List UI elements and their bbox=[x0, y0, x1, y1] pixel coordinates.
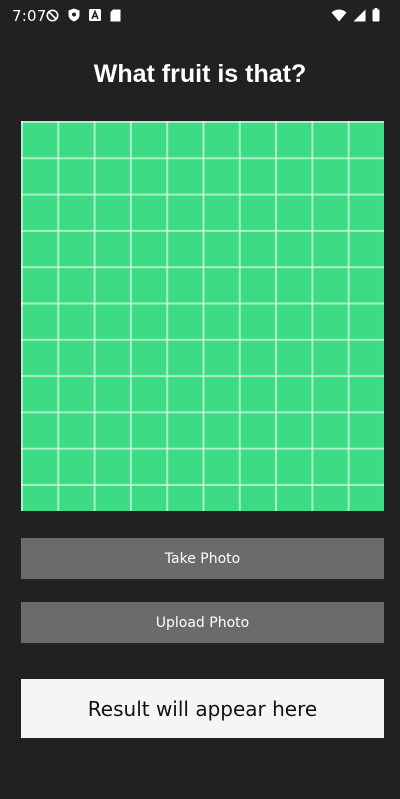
status-bar: 7:07 bbox=[0, 0, 400, 30]
signal-icon bbox=[353, 9, 366, 22]
wifi-icon bbox=[331, 9, 347, 22]
upload-photo-button[interactable]: Upload Photo bbox=[21, 602, 384, 643]
status-time: 7:07 bbox=[12, 7, 47, 25]
battery-icon bbox=[372, 8, 380, 22]
do-not-disturb-icon bbox=[46, 9, 59, 22]
image-preview bbox=[21, 121, 384, 511]
sd-card-icon bbox=[110, 9, 121, 22]
status-icons-left bbox=[46, 8, 121, 22]
take-photo-button[interactable]: Take Photo bbox=[21, 538, 384, 579]
page-title: What fruit is that? bbox=[93, 60, 307, 88]
font-icon bbox=[89, 9, 101, 21]
status-icons-right bbox=[331, 8, 380, 22]
result-text: Result will appear here bbox=[21, 679, 384, 738]
shield-icon bbox=[68, 8, 80, 22]
